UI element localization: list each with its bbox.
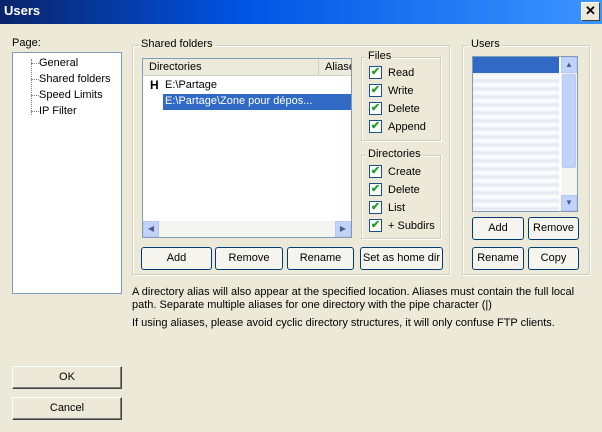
user-list-items[interactable] [473,73,559,211]
close-icon: ✕ [585,3,596,18]
directory-row[interactable]: E:\Partage [165,78,217,94]
checkbox-append-label: Append [388,121,426,133]
home-dir-marker: H [150,78,159,92]
directories-label: Directories [366,148,423,160]
tree-branch [31,63,39,64]
rename-directory-button[interactable]: Rename [287,247,354,270]
tree-line [31,59,32,115]
files-label: Files [366,50,394,62]
add-user-button[interactable]: Add [472,217,524,240]
remove-user-button[interactable]: Remove [528,217,579,240]
tree-item-general[interactable]: General [39,55,78,71]
checkbox-file-delete-label: Delete [388,103,420,115]
tree-branch [31,111,39,112]
alias-help-text: A directory alias will also appear at th… [132,286,575,311]
checkbox-subdirs[interactable]: ✔ [369,219,382,232]
tree-item-shared-folders[interactable]: Shared folders [39,71,111,87]
scroll-up-icon[interactable]: ▲ [561,57,577,73]
checkbox-read[interactable]: ✔ [369,66,382,79]
checkbox-dir-delete[interactable]: ✔ [369,183,382,196]
checkbox-list[interactable]: ✔ [369,201,382,214]
column-header-directories[interactable]: Directories [143,59,319,76]
cyclic-warning-text: If using aliases, please avoid cyclic di… [132,317,555,329]
scroll-thumb[interactable] [562,74,576,168]
ok-button[interactable]: OK [12,366,122,389]
users-vertical-scrollbar[interactable]: ▲ ▼ [561,57,577,211]
page-tree: General Shared folders Speed Limits IP F… [12,52,122,294]
users-label: Users [469,38,502,50]
column-header-aliases[interactable]: Aliases [319,59,351,76]
checkbox-write-label: Write [388,85,414,97]
title-bar: Users ✕ [0,0,602,24]
cancel-button[interactable]: Cancel [12,397,122,420]
add-directory-button[interactable]: Add [141,247,212,270]
directories-list[interactable]: Directories Aliases H E:\Partage E:\Part… [142,58,352,238]
remove-directory-button[interactable]: Remove [215,247,283,270]
directory-row-selected[interactable]: E:\Partage\Zone pour dépos... [163,94,351,110]
shared-folders-label: Shared folders [139,38,215,50]
checkbox-write[interactable]: ✔ [369,84,382,97]
checkbox-append[interactable]: ✔ [369,120,382,133]
checkbox-dir-delete-label: Delete [388,184,420,196]
user-row-selected[interactable] [473,57,559,73]
checkbox-subdirs-label: + Subdirs [388,220,435,232]
copy-user-button[interactable]: Copy [528,247,579,270]
scroll-down-icon[interactable]: ▼ [561,195,577,211]
tree-branch [31,79,39,80]
scroll-right-icon[interactable]: ▶ [335,221,351,237]
tree-branch [31,95,39,96]
tree-item-speed-limits[interactable]: Speed Limits [39,87,103,103]
checkbox-create-label: Create [388,166,422,178]
window-title: Users [4,3,41,18]
tree-item-ip-filter[interactable]: IP Filter [39,103,77,119]
rename-user-button[interactable]: Rename [472,247,524,270]
close-button[interactable]: ✕ [581,2,600,21]
scroll-left-icon[interactable]: ◀ [143,221,159,237]
checkbox-create[interactable]: ✔ [369,165,382,178]
checkbox-list-label: List [388,202,406,214]
horizontal-scrollbar[interactable]: ◀ ▶ [143,221,351,237]
users-list[interactable]: ▲ ▼ [472,56,578,212]
set-home-dir-button[interactable]: Set as home dir [360,247,443,270]
checkbox-file-delete[interactable]: ✔ [369,102,382,115]
checkbox-read-label: Read [388,67,415,79]
page-label: Page: [12,37,41,49]
